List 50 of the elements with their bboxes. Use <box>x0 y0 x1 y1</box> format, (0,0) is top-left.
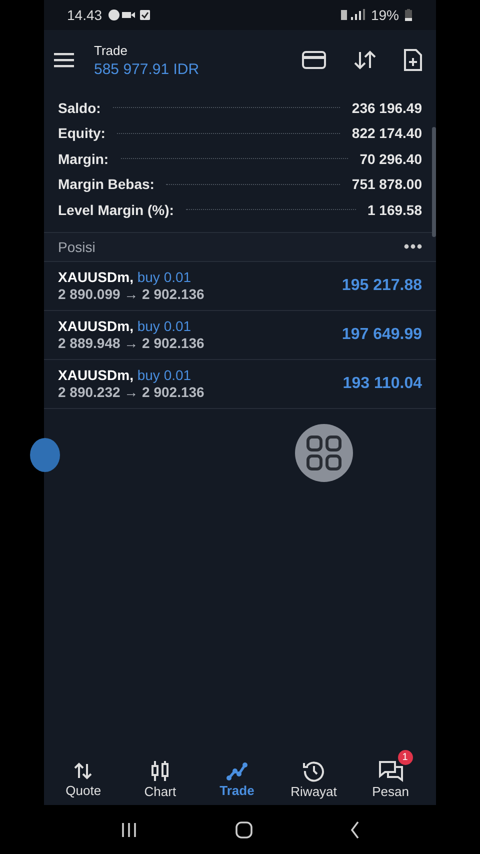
summary-label: Margin: <box>58 150 109 167</box>
candlestick-icon <box>150 760 170 782</box>
grid-icon[interactable] <box>294 423 354 483</box>
battery-level: 19% <box>370 7 399 23</box>
home-icon[interactable] <box>235 820 253 838</box>
position-row[interactable]: XAUUSDm, buy 0.01 2 890.232 → 2 902.136 193 110.04 <box>44 360 436 408</box>
summary-value: 822 174.40 <box>352 125 422 142</box>
summary-value: 70 296.40 <box>360 150 422 167</box>
position-prices: 2 890.232 → 2 902.136 <box>58 384 204 400</box>
position-row[interactable]: XAUUSDm, buy 0.01 2 890.099 → 2 902.136 195 217.88 <box>44 262 436 310</box>
summary-value: 751 878.00 <box>352 176 422 192</box>
menu-icon[interactable] <box>54 52 74 68</box>
summary-label: Level Margin (%): <box>58 202 174 218</box>
history-icon <box>302 760 325 782</box>
recent-apps-icon[interactable] <box>120 822 138 838</box>
summary-value: 236 196.49 <box>352 100 422 116</box>
battery-icon <box>405 9 412 21</box>
position-profit: 195 217.88 <box>342 276 422 294</box>
position-title: XAUUSDm, buy 0.01 <box>58 318 192 334</box>
line-chart-icon <box>226 760 248 780</box>
position-profit: 197 649.99 <box>342 326 422 344</box>
status-time: 14.43 <box>67 7 102 23</box>
more-icon[interactable] <box>404 244 422 249</box>
floating-bubble[interactable] <box>30 438 60 472</box>
back-icon[interactable] <box>350 820 360 838</box>
nav-tab[interactable]: 1 Pesan <box>356 748 431 798</box>
account-balance: 585 977.91 IDR <box>94 60 200 78</box>
chat-icon <box>378 760 404 782</box>
signal-icon <box>340 9 365 21</box>
card-icon[interactable] <box>302 51 326 69</box>
position-title: XAUUSDm, buy 0.01 <box>58 367 192 383</box>
summary-value: 1 169.58 <box>368 202 422 218</box>
sort-arrows-icon <box>73 760 94 780</box>
nav-tab[interactable]: Riwayat <box>280 748 354 798</box>
new-document-icon[interactable] <box>404 49 422 71</box>
position-prices: 2 890.099 → 2 902.136 <box>58 286 204 302</box>
sort-arrows-icon[interactable] <box>354 50 376 70</box>
nav-tab[interactable]: Chart <box>126 748 200 798</box>
position-row[interactable]: XAUUSDm, buy 0.01 2 889.948 → 2 902.136 197 649.99 <box>44 310 436 360</box>
summary-label: Equity: <box>58 125 106 142</box>
nav-tab[interactable]: Trade <box>202 748 277 798</box>
position-prices: 2 889.948 → 2 902.136 <box>58 335 204 351</box>
summary-label: Saldo: <box>58 100 101 116</box>
notification-badge: 1 <box>398 750 413 764</box>
section-title: Posisi <box>58 238 96 254</box>
nav-tab[interactable]: Quote <box>49 748 124 798</box>
position-profit: 193 110.04 <box>342 374 422 392</box>
position-title: XAUUSDm, buy 0.01 <box>58 269 192 285</box>
summary-label: Margin Bebas: <box>58 176 154 192</box>
screen-title: Trade <box>94 42 128 58</box>
